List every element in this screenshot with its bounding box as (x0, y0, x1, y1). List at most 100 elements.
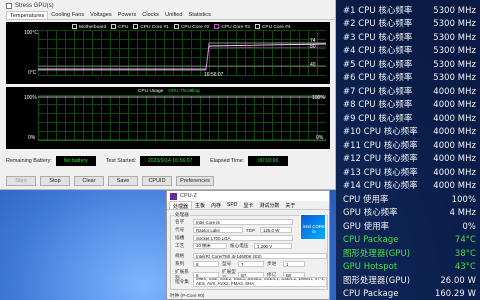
cpuz-tab-graphics[interactable]: 显卡 (240, 201, 256, 209)
osd-row: GPU Hotspot 43°C (343, 260, 476, 273)
temp-right-value-2: 80 (310, 44, 316, 50)
cpuz-tab-about[interactable]: 关于 (282, 201, 298, 209)
start-button[interactable]: Start (6, 176, 36, 186)
osd-value: 100% (451, 193, 476, 204)
cpuz-footer: 时钟 (P-Core #0) (170, 293, 204, 299)
cpuz-tab-bench[interactable]: 测试分数 (256, 201, 282, 209)
remaining-battery-value: No battery (55, 156, 96, 166)
package-value: Socket 1700 LGA (193, 235, 293, 241)
family-label: 系列 (175, 261, 185, 266)
stepping-label: 步进 (267, 261, 277, 266)
osd-value: 4 MHz (449, 207, 476, 217)
name-label: 名字 (175, 219, 185, 224)
osd-row: #6 CPU 核心频率 5300 MHz (343, 71, 476, 84)
osd-value: 43°C (454, 261, 476, 271)
osd-label: 图形处理器(GPU) (343, 247, 411, 258)
clear-button[interactable]: Clear (74, 176, 104, 186)
tab-clocks[interactable]: Clocks (139, 11, 162, 19)
cpuz-tab-memory[interactable]: 内存 (208, 201, 224, 209)
osd-value: 4000 MHz (433, 85, 476, 96)
osd-value: 5300 MHz (433, 4, 476, 15)
package-label: 插槽 (175, 235, 185, 240)
temperature-graph: Motherboard CPU CPU Core #1 CPU Core #2 … (6, 22, 330, 84)
tab-cooling-fans[interactable]: Cooling Fans (48, 11, 87, 19)
osd-row: #5 CPU 核心频率 5300 MHz (343, 57, 476, 70)
package-row: 插槽 Socket 1700 LGA (175, 235, 293, 241)
instructions-row: 指令集 MMX, SSE, SSE2, SSE3, SSSE3, SSE4.1,… (175, 277, 327, 287)
cpuid-button[interactable]: CPUID (142, 176, 172, 186)
remaining-battery-label: Remaining Battery: (6, 158, 52, 164)
preferences-button[interactable]: Preferences (176, 176, 214, 186)
tab-statistics[interactable]: Statistics (186, 11, 214, 19)
code-row: 代号 Raptor Lake TDP 125.0 W (175, 227, 292, 233)
osd-value: 38°C (454, 247, 476, 258)
stability-buttons: Start Stop Clear Save CPUID Preferences (6, 176, 214, 186)
osd-value: 5300 MHz (433, 45, 476, 55)
osd-value: 4000 MHz (433, 153, 476, 163)
cpu-usage-lines (38, 96, 326, 141)
osd-label: CPU Package (343, 234, 399, 244)
tab-voltages[interactable]: Voltages (87, 11, 114, 19)
osd-row: #13 CPU 核心频率 4000 MHz (343, 165, 476, 178)
osd-value: 26.00 W (440, 274, 476, 285)
osd-label: #13 CPU 核心频率 (343, 166, 418, 177)
family-value: 6 (193, 261, 219, 267)
spec-label: 规格 (175, 253, 185, 258)
cpuz-tab-spd[interactable]: SPD (224, 201, 240, 209)
stop-button[interactable]: Stop (40, 176, 70, 186)
osd-row: #10 CPU 核心频率 4000 MHz (343, 125, 476, 138)
stability-tabs: Temperatures Cooling Fans Voltages Power… (6, 11, 335, 20)
osd-row: GPU 使用率 0% (343, 219, 476, 232)
tab-temperatures[interactable]: Temperatures (6, 11, 49, 19)
osd-row: #9 CPU 核心频率 4000 MHz (343, 111, 476, 124)
model-value: 7 (238, 261, 264, 267)
cpuz-tab-mainboard[interactable]: 主板 (192, 201, 208, 209)
osd-row: #7 CPU 核心频率 4000 MHz (343, 84, 476, 97)
save-button[interactable]: Save (108, 176, 138, 186)
code-label: 代号 (175, 227, 185, 232)
osd-label: #2 CPU 核心频率 (343, 18, 413, 28)
osd-row: #4 CPU 核心频率 5300 MHz (343, 44, 476, 57)
osd-row: GPU 核心频率 4 MHz (343, 206, 476, 219)
tech-label: 工艺 (175, 243, 185, 248)
cpuz-window: CPU-Z 处理器 主板 内存 SPD 显卡 测试分数 关于 处理器 名字 In… (166, 190, 330, 300)
tdp-value: 125.0 W (260, 227, 292, 233)
tech-value: 10 纳米 (193, 243, 227, 249)
osd-label: GPU 核心频率 (343, 207, 398, 217)
tab-powers[interactable]: Powers (115, 11, 140, 19)
osd-label: #11 CPU 核心频率 (343, 139, 418, 150)
cpuz-tabs: 处理器 主板 内存 SPD 显卡 测试分数 关于 (167, 201, 329, 210)
core-voltage-value: 1.200 V (254, 243, 292, 249)
test-started-value: 2023/9/14 16:56:07 (140, 156, 201, 166)
osd-row: #8 CPU 核心频率 4000 MHz (343, 98, 476, 111)
osd-row: 图形处理器(GPU) 26.00 W (343, 273, 476, 286)
cpu-usage-graph: CPU Usage CPU Throttling 100% 0% 100% 0% (6, 87, 330, 149)
cpuz-title: CPU-Z (180, 193, 197, 199)
osd-label: #7 CPU 核心频率 (343, 85, 413, 96)
osd-label: CPU 使用率 (343, 193, 389, 204)
cpuz-titlebar: CPU-Z (167, 191, 329, 201)
model-label: 型号 (222, 261, 232, 266)
osd-label: #12 CPU 核心频率 (343, 153, 418, 163)
osd-label: #6 CPU 核心频率 (343, 72, 413, 82)
elapsed-time-value: 00:10:00 (248, 156, 289, 166)
cpuz-tab-processor[interactable]: 处理器 (169, 201, 193, 210)
stress-gpu-checkbox[interactable] (6, 2, 12, 9)
osd-value: 74°C (454, 234, 476, 244)
osd-row: CPU Package 74°C (343, 233, 476, 246)
osd-row: CPU 使用率 100% (343, 192, 476, 205)
osd-value: 4000 MHz (433, 139, 476, 150)
osd-value: 0% (462, 220, 476, 231)
osd-value: 5300 MHz (433, 58, 476, 69)
tab-unified[interactable]: Unified (162, 11, 185, 19)
osd-label: #9 CPU 核心频率 (343, 112, 413, 123)
test-started-label: Test Started: (105, 158, 137, 164)
system-stability-window: Stress GPU(s) Temperatures Cooling Fans … (0, 0, 336, 190)
core-voltage-label: 核心电压 (230, 243, 249, 248)
osd-value: 5300 MHz (433, 72, 476, 82)
temp-right-value-3: 40 (310, 62, 316, 68)
osd-label: #3 CPU 核心频率 (343, 31, 413, 42)
family-row: 系列 6 型号 7 步进 1 (175, 261, 305, 267)
elapsed-time-label: Elapsed Time: (210, 158, 245, 164)
clock-p-core-label: 时钟 (P-Core #0) (170, 293, 205, 298)
